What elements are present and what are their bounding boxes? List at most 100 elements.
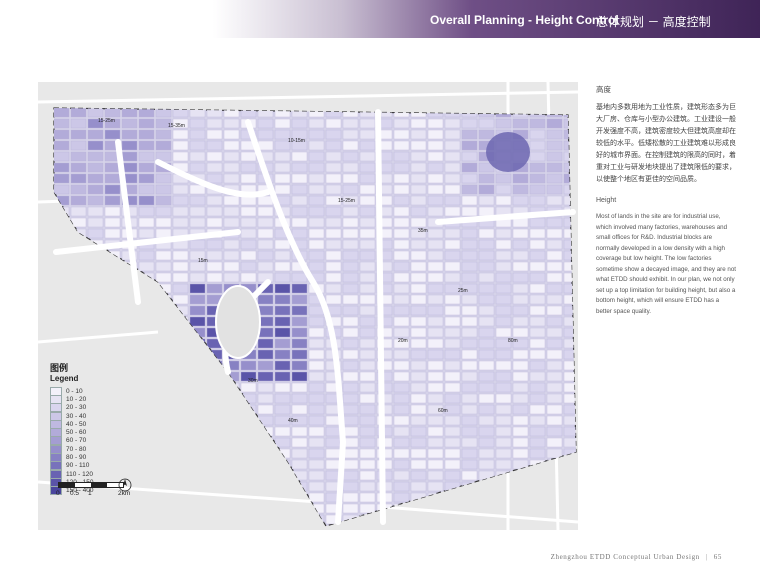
height-block xyxy=(461,250,478,261)
height-block xyxy=(342,382,359,393)
height-block xyxy=(444,448,461,459)
height-block xyxy=(393,162,410,173)
height-block xyxy=(342,173,359,184)
height-block xyxy=(495,184,512,195)
height-block xyxy=(342,327,359,338)
height-block xyxy=(461,404,478,415)
legend-item: 90 - 110 xyxy=(50,461,140,471)
legend-label: 10 - 20 xyxy=(66,395,87,403)
height-block xyxy=(546,316,563,327)
height-block xyxy=(546,228,563,239)
height-block xyxy=(223,261,240,272)
height-block xyxy=(189,272,206,283)
height-block xyxy=(410,250,427,261)
height-block xyxy=(325,118,342,129)
height-block xyxy=(257,371,274,382)
height-block xyxy=(461,459,478,470)
height-block xyxy=(189,140,206,151)
height-block xyxy=(308,118,325,129)
height-block xyxy=(546,118,563,129)
legend-label: 0 - 10 xyxy=(66,387,83,395)
height-block xyxy=(359,272,376,283)
height-block xyxy=(427,371,444,382)
height-block xyxy=(461,305,478,316)
height-block xyxy=(87,140,104,151)
height-block xyxy=(461,316,478,327)
legend-label: 80 - 90 xyxy=(66,454,87,462)
height-block xyxy=(461,239,478,250)
height-block xyxy=(478,382,495,393)
height-block xyxy=(189,217,206,228)
height-block xyxy=(223,151,240,162)
height-block xyxy=(359,426,376,437)
height-block xyxy=(189,239,206,250)
height-block xyxy=(427,360,444,371)
height-block xyxy=(342,371,359,382)
height-block xyxy=(359,173,376,184)
height-block xyxy=(393,184,410,195)
height-block xyxy=(512,272,529,283)
height-block xyxy=(478,327,495,338)
height-block xyxy=(393,173,410,184)
height-block xyxy=(410,184,427,195)
height-block xyxy=(529,250,546,261)
height-block xyxy=(138,118,155,129)
height-block xyxy=(206,140,223,151)
height-block xyxy=(138,140,155,151)
height-block xyxy=(325,448,342,459)
height-block xyxy=(308,184,325,195)
height-block xyxy=(444,206,461,217)
height-block xyxy=(257,195,274,206)
legend-label: 50 - 60 xyxy=(66,429,87,437)
height-block xyxy=(495,316,512,327)
height-block xyxy=(172,217,189,228)
height-block xyxy=(359,217,376,228)
height-block xyxy=(461,129,478,140)
height-block xyxy=(87,195,104,206)
height-block xyxy=(512,283,529,294)
height-block xyxy=(172,184,189,195)
height-block xyxy=(274,371,291,382)
height-block xyxy=(512,294,529,305)
legend-item: 30 - 40 xyxy=(50,411,140,421)
footer-project: Zhengzhou ETDD Conceptual Urban Design xyxy=(550,553,700,561)
height-block xyxy=(359,151,376,162)
height-block xyxy=(444,129,461,140)
height-block xyxy=(121,140,138,151)
height-block xyxy=(529,393,546,404)
height-block xyxy=(410,140,427,151)
height-block xyxy=(325,437,342,448)
height-block xyxy=(138,217,155,228)
height-block xyxy=(274,239,291,250)
height-block xyxy=(257,239,274,250)
height-block xyxy=(427,173,444,184)
height-block xyxy=(410,426,427,437)
height-block xyxy=(546,195,563,206)
height-block xyxy=(444,228,461,239)
height-block xyxy=(410,371,427,382)
height-block xyxy=(70,184,87,195)
height-block xyxy=(240,217,257,228)
height-block xyxy=(427,129,444,140)
height-block xyxy=(393,228,410,239)
height-block xyxy=(546,162,563,173)
height-block xyxy=(410,437,427,448)
height-block xyxy=(70,151,87,162)
height-block xyxy=(240,173,257,184)
height-block xyxy=(529,316,546,327)
height-block xyxy=(155,206,172,217)
height-block xyxy=(495,261,512,272)
height-block xyxy=(189,151,206,162)
height-block xyxy=(189,305,206,316)
height-block xyxy=(478,173,495,184)
height-block xyxy=(274,393,291,404)
height-block xyxy=(546,239,563,250)
height-block xyxy=(54,173,70,184)
height-block xyxy=(325,250,342,261)
height-block xyxy=(427,250,444,261)
height-block xyxy=(427,239,444,250)
height-block xyxy=(121,118,138,129)
height-block xyxy=(342,217,359,228)
height-block xyxy=(325,239,342,250)
height-block xyxy=(291,162,308,173)
